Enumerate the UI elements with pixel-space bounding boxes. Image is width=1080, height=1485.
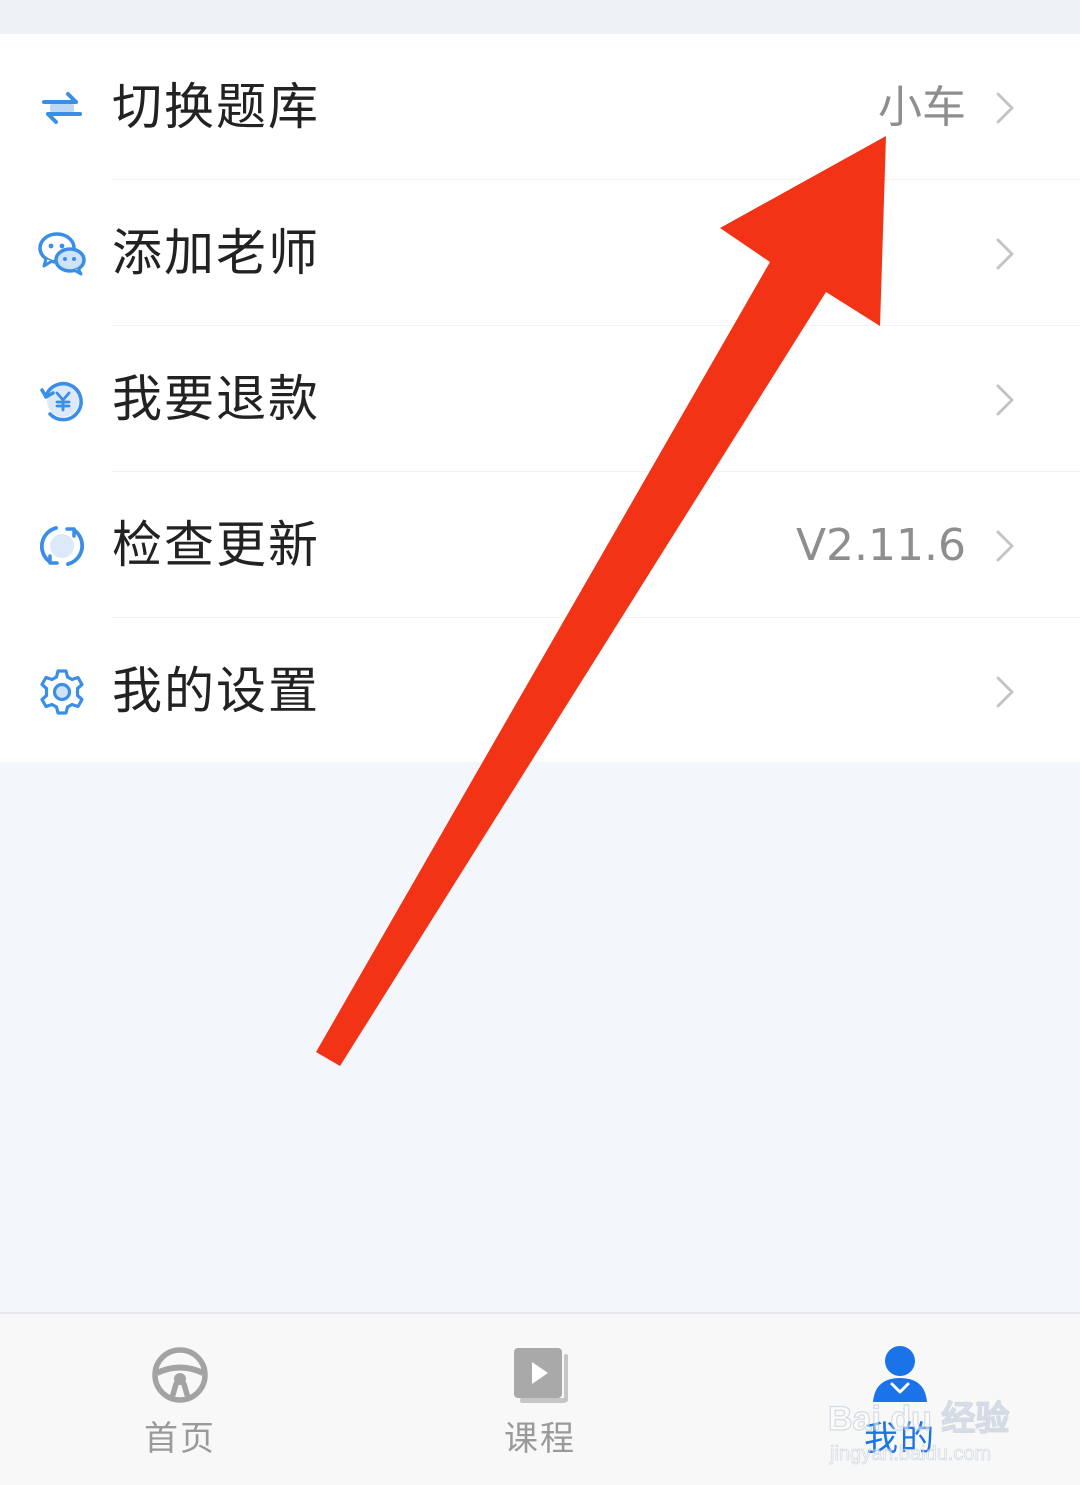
- settings-menu: 切换题库 小车 添加老师 我要退款 检查更新 V2.11.6 我的设置: [0, 34, 1080, 762]
- menu-item-switch-question-bank[interactable]: 切换题库 小车: [0, 34, 1080, 180]
- chevron-right-icon: [992, 528, 1018, 564]
- chevron-right-icon: [992, 674, 1018, 710]
- menu-item-label: 我要退款: [112, 370, 320, 428]
- menu-item-check-update[interactable]: 检查更新 V2.11.6: [0, 472, 1080, 618]
- swap-icon: [36, 82, 88, 134]
- tab-courses[interactable]: 课程: [360, 1314, 720, 1485]
- menu-item-label: 检查更新: [112, 516, 320, 574]
- menu-item-settings[interactable]: 我的设置: [0, 618, 1080, 764]
- tab-label: 课程: [504, 1419, 576, 1459]
- watermark-text: Bai du 经验: [828, 1399, 1009, 1438]
- menu-item-label: 切换题库: [112, 78, 320, 136]
- refund-icon: [36, 374, 88, 426]
- version-label: V2.11.6: [795, 520, 966, 571]
- gear-icon: [36, 666, 88, 718]
- status-area: [0, 0, 1080, 34]
- menu-item-refund[interactable]: 我要退款: [0, 326, 1080, 472]
- baidu-watermark: Bai du 经验 jingyan.baidu.com: [826, 1390, 1026, 1470]
- menu-item-label: 我的设置: [112, 662, 320, 720]
- chevron-right-icon: [992, 382, 1018, 418]
- tab-label: 首页: [144, 1419, 216, 1459]
- chevron-right-icon: [992, 236, 1018, 272]
- tab-home[interactable]: 首页: [0, 1314, 360, 1485]
- menu-item-add-teacher[interactable]: 添加老师: [0, 180, 1080, 326]
- chevron-right-icon: [992, 90, 1018, 126]
- menu-item-label: 添加老师: [112, 224, 320, 282]
- refresh-icon: [36, 520, 88, 572]
- wechat-icon: [36, 228, 88, 280]
- watermark-url: jingyan.baidu.com: [829, 1443, 991, 1465]
- video-book-icon: [510, 1344, 570, 1406]
- menu-item-value: 小车: [878, 82, 966, 133]
- steering-wheel-icon: [150, 1344, 210, 1406]
